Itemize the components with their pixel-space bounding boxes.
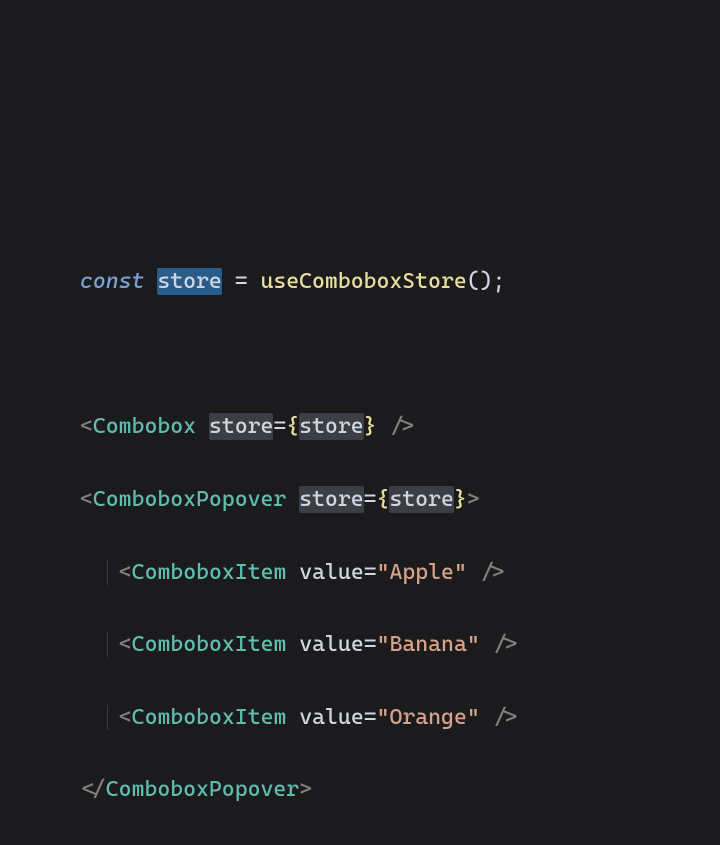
jsx-bracket-open: < [119,632,132,657]
string-orange: "Orange" [377,705,480,730]
var-store-declaration[interactable]: store [157,268,221,295]
attr-value: value [299,705,363,730]
jsx-bracket-open: < [80,414,93,439]
string-banana: "Banana" [377,632,480,657]
jsx-tag-item: ComboboxItem [132,560,287,585]
brace-open: { [286,414,299,439]
brace-close: } [454,487,467,512]
brace-close: } [364,414,377,439]
expr-store[interactable]: store [389,486,453,513]
keyword-const: const [80,269,144,294]
operator-assign: = [222,269,261,294]
code-line-close-popover[interactable]: </ComboboxPopover> [80,772,720,808]
expr-store[interactable]: store [299,413,363,440]
fn-useComboboxStore: useComboboxStore [260,269,466,294]
code-line-blank [80,337,720,373]
jsx-bracket-close: /> [480,705,519,730]
jsx-bracket-close: /> [376,414,415,439]
attr-value: value [299,632,363,657]
code-editor[interactable]: const store = useComboboxStore(); <Combo… [0,0,720,845]
op-eq: = [364,560,377,585]
op-eq: = [364,632,377,657]
jsx-tag-popover: ComboboxPopover [93,487,286,512]
jsx-tag-item: ComboboxItem [132,632,287,657]
fn-parens: (); [467,269,506,294]
attr-value: value [299,560,363,585]
attr-store: store [299,486,363,513]
jsx-tag-popover-close: ComboboxPopover [106,777,299,802]
string-apple: "Apple" [377,560,467,585]
jsx-tag-combobox: Combobox [93,414,196,439]
op-eq: = [273,414,286,439]
jsx-tag-item: ComboboxItem [132,705,287,730]
code-line-3[interactable]: <Combobox store={store} /> [80,409,720,445]
jsx-bracket-close: > [467,487,480,512]
code-line-4[interactable]: <ComboboxPopover store={store}> [80,482,720,518]
code-line-1[interactable]: const store = useComboboxStore(); [80,264,720,300]
op-eq: = [364,705,377,730]
jsx-bracket-open: < [80,487,93,512]
jsx-bracket-open: </ [80,777,106,802]
attr-store: store [209,413,273,440]
code-line-item-2[interactable]: <ComboboxItem value="Orange" /> [80,700,720,736]
code-line-item-1[interactable]: <ComboboxItem value="Banana" /> [80,627,720,663]
jsx-bracket-close: /> [480,632,519,657]
code-line-item-0[interactable]: <ComboboxItem value="Apple" /> [80,555,720,591]
jsx-bracket-open: < [119,705,132,730]
op-eq: = [364,487,377,512]
brace-open: { [376,487,389,512]
jsx-bracket-close: /> [467,560,506,585]
jsx-bracket-close: > [299,777,312,802]
jsx-bracket-open: < [119,560,132,585]
